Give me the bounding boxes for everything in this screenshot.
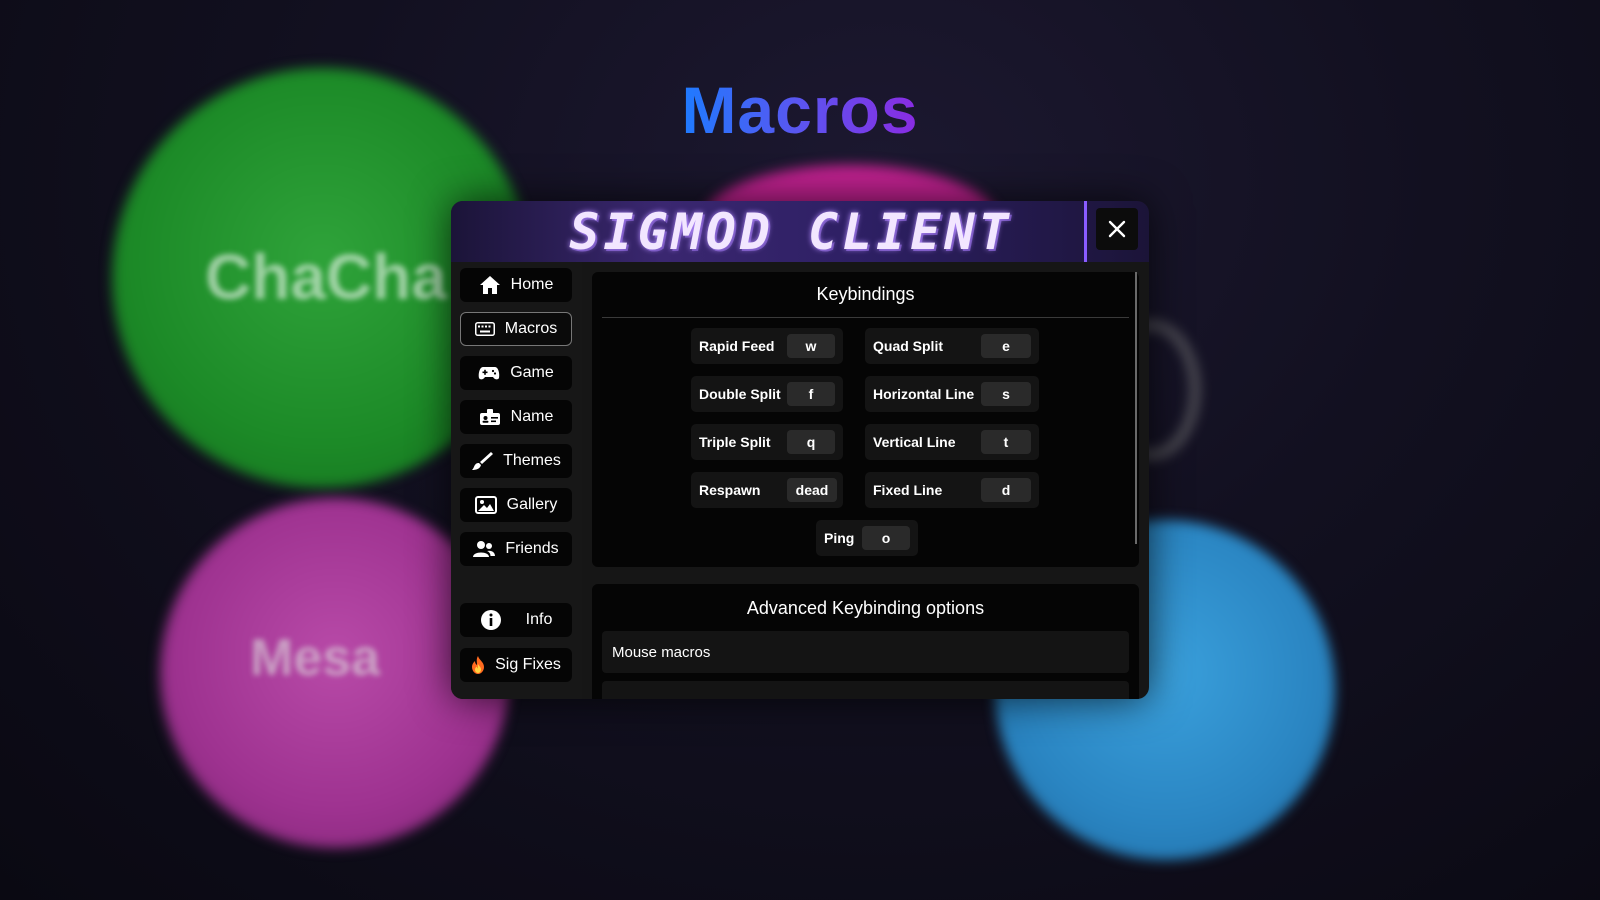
page-title: Macros [0, 72, 1600, 148]
sidebar-item-label: Gallery [506, 496, 558, 513]
sidebar-item-sig-fixes[interactable]: Sig Fixes [460, 648, 572, 682]
sidebar-item-gallery[interactable]: Gallery [460, 488, 572, 522]
sidebar-item-themes[interactable]: Themes [460, 444, 572, 478]
gamepad-icon [478, 367, 500, 380]
keybind-label: Double Split [699, 386, 781, 402]
sidebar-item-label: Home [510, 276, 554, 293]
keybind-key-button[interactable]: o [862, 526, 910, 550]
sidebar-item-name[interactable]: Name [460, 400, 572, 434]
home-icon [479, 276, 500, 294]
keybindings-panel: Keybindings Rapid Feed w Quad Split e Do… [592, 272, 1139, 567]
header-divider [1084, 201, 1087, 262]
keyboard-icon [474, 322, 495, 336]
keybind-label: Quad Split [873, 338, 943, 354]
sigmod-modal: SIGMOD CLIENT Home Macros Game Name Them… [451, 201, 1149, 699]
keybind-key-button[interactable]: d [981, 478, 1031, 502]
advanced-option-row[interactable] [602, 681, 1129, 699]
advanced-title: Advanced Keybinding options [746, 598, 985, 618]
keybind-key-button[interactable]: f [787, 382, 835, 406]
keybind-label: Triple Split [699, 434, 771, 450]
keybind-quad-split: Quad Split e [865, 328, 1039, 364]
keybind-triple-split: Triple Split q [691, 424, 843, 460]
background-blob-text: Mesa [250, 629, 381, 687]
sidebar-item-label: Macros [504, 320, 558, 337]
keybind-label: Fixed Line [873, 482, 943, 498]
background-blob-text: ChaCha [205, 241, 447, 313]
keybind-rapid-feed: Rapid Feed w [691, 328, 843, 364]
divider [602, 317, 1129, 318]
keybind-label: Vertical Line [873, 434, 956, 450]
keybind-respawn: Respawn dead [691, 472, 843, 508]
keybind-horizontal-line: Horizontal Line s [865, 376, 1039, 412]
content-scrollbar[interactable] [1135, 272, 1137, 544]
sidebar-item-label: Sig Fixes [495, 656, 561, 673]
modal-header: SIGMOD CLIENT [451, 201, 1149, 262]
sidebar-item-home[interactable]: Home [460, 268, 572, 302]
mouse-macros-option[interactable]: Mouse macros [602, 631, 1129, 673]
sidebar-item-game[interactable]: Game [460, 356, 572, 390]
users-icon [473, 541, 496, 557]
brush-icon [472, 452, 494, 470]
sidebar-item-label: Friends [505, 540, 559, 557]
brand-logo: SIGMOD CLIENT [569, 203, 1013, 261]
sidebar-item-label: Name [510, 408, 554, 425]
keybind-label: Rapid Feed [699, 338, 775, 354]
keybind-key-button[interactable]: t [981, 430, 1031, 454]
keybind-ping: Ping o [816, 520, 918, 556]
close-icon [1108, 220, 1126, 238]
keybind-key-button[interactable]: e [981, 334, 1031, 358]
close-button[interactable] [1096, 208, 1138, 250]
fire-icon [472, 656, 485, 674]
page-title-text: Macros [681, 73, 919, 147]
keybind-key-button[interactable]: s [981, 382, 1031, 406]
keybind-fixed-line: Fixed Line d [865, 472, 1039, 508]
info-icon [480, 610, 501, 630]
sidebar-item-info[interactable]: Info [460, 603, 572, 637]
sidebar-item-label: Game [510, 364, 554, 381]
keybind-label: Respawn [699, 482, 761, 498]
sidebar-item-friends[interactable]: Friends [460, 532, 572, 566]
keybind-vertical-line: Vertical Line t [865, 424, 1039, 460]
keybind-label: Ping [824, 530, 855, 546]
sidebar: Home Macros Game Name Themes Gallery Fri… [451, 262, 582, 699]
sidebar-item-label: Themes [503, 452, 561, 469]
advanced-keybinding-panel: Advanced Keybinding options Mouse macros [592, 584, 1139, 699]
sidebar-item-macros[interactable]: Macros [460, 312, 572, 346]
keybind-key-button[interactable]: q [787, 430, 835, 454]
content-area: Keybindings Rapid Feed w Quad Split e Do… [592, 262, 1149, 699]
id-card-icon [479, 409, 500, 425]
keybind-label: Horizontal Line [873, 386, 975, 402]
keybind-key-button[interactable]: w [787, 334, 835, 358]
sidebar-item-label: Info [525, 611, 553, 628]
keybindings-title: Keybindings [816, 284, 915, 304]
keybind-double-split: Double Split f [691, 376, 843, 412]
image-icon [474, 496, 497, 514]
keybind-key-button[interactable]: dead [787, 478, 837, 502]
